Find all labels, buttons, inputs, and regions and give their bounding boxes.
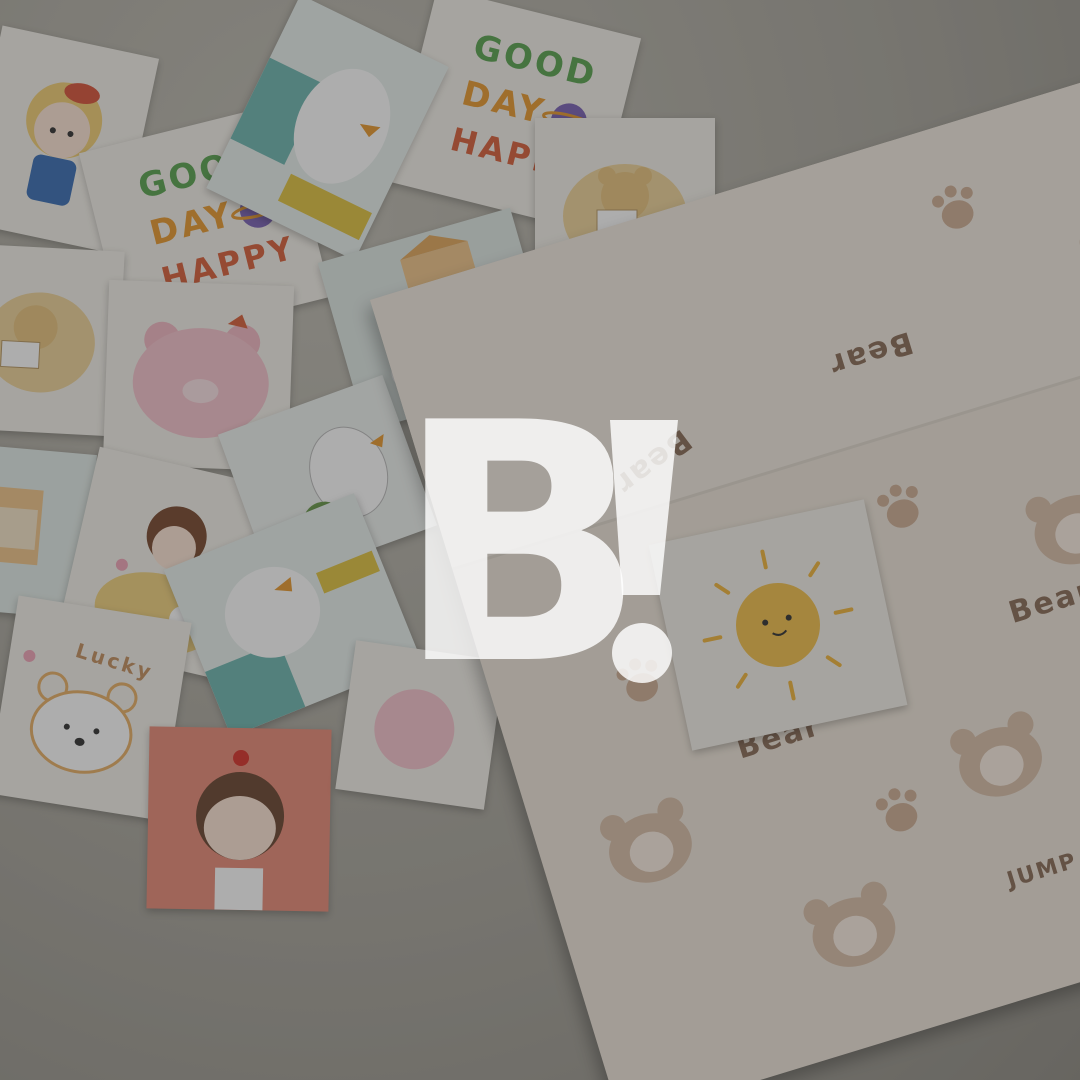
brand-logo: B bbox=[395, 365, 695, 725]
logo-exclamation bbox=[610, 420, 678, 683]
photo-scene: GOOD DAY HAPPY GOOD DAY HAPPY Lucky Bear… bbox=[0, 0, 1080, 1080]
